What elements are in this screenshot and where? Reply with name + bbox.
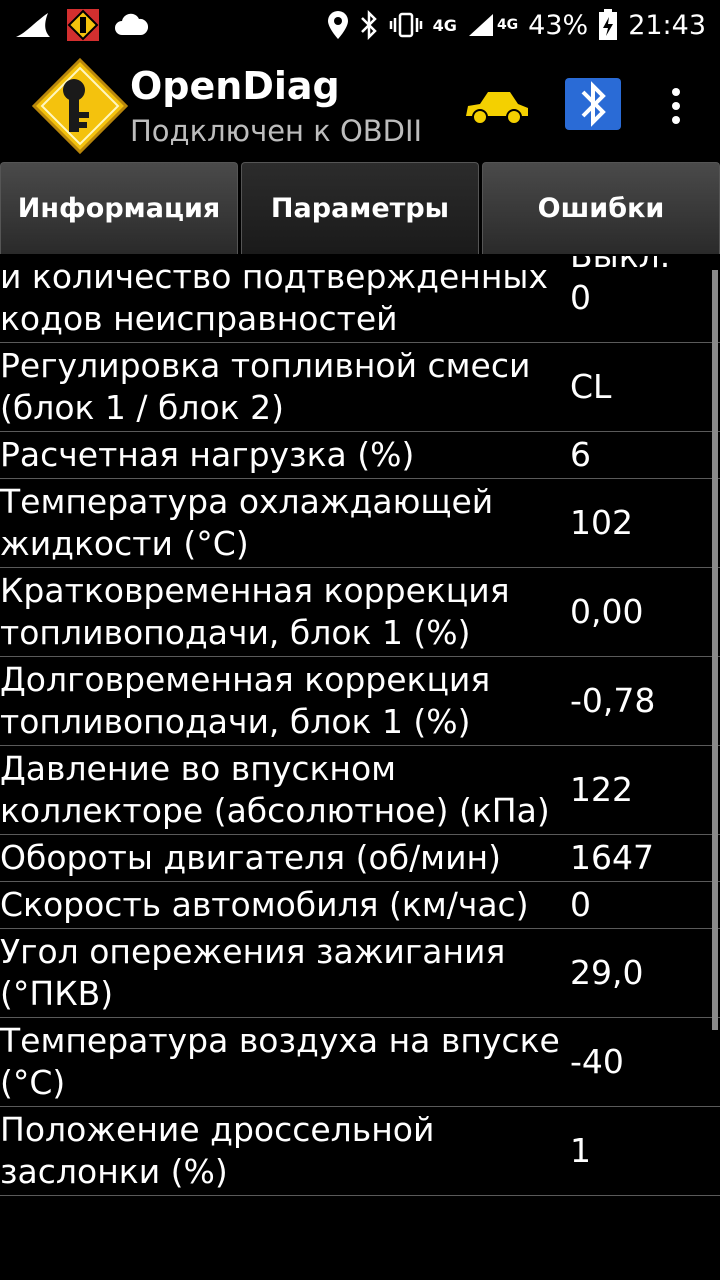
parameter-row[interactable]: Кратковременная коррекция топливоподачи,… [0, 568, 720, 657]
parameter-value: 122 [570, 770, 633, 809]
parameter-label: Долговременная коррекция топливоподачи, … [0, 660, 491, 741]
bluetooth-status-icon [360, 10, 377, 40]
tab-information[interactable]: Информация [0, 162, 238, 254]
scrollbar[interactable] [712, 270, 718, 1030]
parameter-row[interactable]: Давление во впускном коллекторе (абсолют… [0, 746, 720, 835]
parameter-value: 102 [570, 503, 633, 542]
parameter-value: 0,00 [570, 592, 644, 631]
location-icon [327, 11, 348, 39]
parameter-label: Температура охлаждающей жидкости (°C) [0, 482, 494, 563]
parameter-row[interactable]: Расчетная нагрузка (%) 6 [0, 432, 720, 479]
parameter-label: Обороты двигателя (об/мин) [0, 838, 501, 877]
signal-strength-icon [468, 14, 493, 36]
bluetooth-connect-icon[interactable] [565, 78, 621, 130]
parameter-row[interactable]: Долговременная коррекция топливоподачи, … [0, 657, 720, 746]
cloud-icon [115, 13, 148, 35]
opendiag-logo-icon [31, 57, 129, 155]
parameter-label: Скорость автомобиля (км/час) [0, 885, 529, 924]
parameter-row[interactable]: Температура охлаждающей жидкости (°C) 102 [0, 479, 720, 568]
parameter-row[interactable]: Угол опережения зажигания (°ПКВ) 29,0 [0, 929, 720, 1018]
shark-fin-icon [16, 13, 50, 37]
parameter-row[interactable]: Обороты двигателя (об/мин) 1647 [0, 835, 720, 882]
clock: 21:43 [628, 9, 706, 41]
parameter-row[interactable]: Регулировка топливной смеси (блок 1 / бл… [0, 343, 720, 432]
parameter-label: Статус сигнала неисправности и количеств… [0, 257, 548, 338]
parameter-list[interactable]: Статус сигнала неисправности и количеств… [0, 256, 720, 1280]
network-type-label-2: 4G [496, 17, 519, 33]
parameter-row[interactable]: Статус сигнала неисправности и количеств… [0, 256, 720, 343]
parameter-row[interactable]: Скорость автомобиля (км/час) 0 [0, 882, 720, 929]
app-title: OpenDiag [130, 64, 340, 108]
parameter-row[interactable]: Температура воздуха на впуске (°C) -40 [0, 1018, 720, 1107]
parameter-label: Расчетная нагрузка (%) [0, 435, 415, 474]
parameter-label: Кратковременная коррекция топливоподачи,… [0, 571, 510, 652]
parameter-value: 1647 [570, 838, 654, 877]
parameter-label: Положение дроссельной заслонки (%) [0, 1110, 435, 1191]
parameter-value: -40 [570, 1042, 624, 1081]
app-notification-icon [67, 9, 99, 41]
parameter-label: Угол опережения зажигания (°ПКВ) [0, 932, 506, 1013]
parameter-value: CL [570, 367, 612, 406]
parameter-row[interactable]: Положение дроссельной заслонки (%) 1 [0, 1107, 720, 1196]
tab-parameters[interactable]: Параметры [241, 162, 479, 254]
tab-bar: Информация Параметры Ошибки [0, 160, 720, 256]
connection-status: Подключен к OBDII [130, 114, 423, 148]
car-icon[interactable] [462, 86, 532, 126]
parameter-label: Давление во впускном коллекторе (абсолют… [0, 749, 550, 830]
status-bar: 4G 4G 43% 21:43 [0, 0, 720, 50]
parameter-value: 29,0 [570, 953, 644, 992]
parameter-label: Регулировка топливной смеси (блок 1 / бл… [0, 346, 531, 427]
parameter-value: 6 [570, 435, 591, 474]
parameter-value: -0,78 [570, 681, 656, 720]
parameter-value: 0 [570, 885, 591, 924]
parameter-value: 1 [570, 1131, 591, 1170]
vibrate-icon [389, 12, 422, 38]
battery-charging-icon [599, 9, 618, 40]
tab-errors[interactable]: Ошибки [482, 162, 720, 254]
network-type-label: 4G [432, 15, 457, 35]
app-bar: OpenDiag Подключен к OBDII [0, 50, 720, 160]
battery-percent: 43% [528, 9, 589, 41]
parameter-value: Выкл. 0 [570, 256, 670, 317]
overflow-menu-icon[interactable] [662, 86, 690, 126]
parameter-label: Температура воздуха на впуске (°C) [0, 1021, 560, 1102]
